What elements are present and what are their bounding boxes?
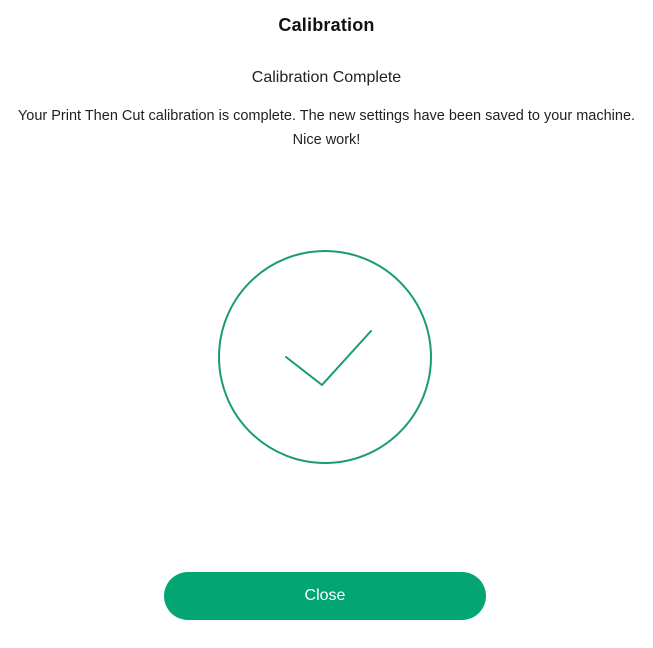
check-circle-icon bbox=[218, 250, 432, 464]
dialog-message: Your Print Then Cut calibration is compl… bbox=[17, 108, 636, 148]
close-button[interactable]: Close bbox=[164, 572, 486, 620]
dialog-subtitle: Calibration Complete bbox=[251, 69, 402, 86]
checkmark-icon bbox=[285, 330, 372, 386]
calibration-dialog: Calibration Calibration Complete Your Pr… bbox=[0, 0, 653, 648]
dialog-title: Calibration bbox=[278, 15, 375, 35]
success-circle bbox=[218, 250, 432, 464]
